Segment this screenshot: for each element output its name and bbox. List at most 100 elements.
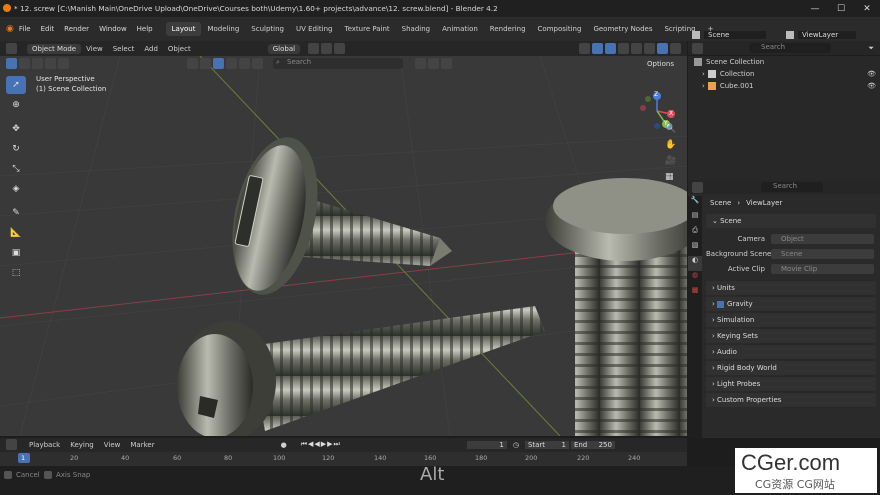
3d-viewport[interactable]: User Perspective (1) Scene Collection [0, 56, 687, 436]
section-audio[interactable]: › Audio [706, 345, 876, 359]
camera-filter-icon[interactable] [226, 58, 237, 69]
properties-search[interactable]: Search [761, 182, 823, 192]
tab-animation[interactable]: Animation [436, 22, 484, 36]
select-invert-icon[interactable] [45, 58, 56, 69]
menu-select[interactable]: Select [108, 45, 140, 53]
outliner-search[interactable]: Search [749, 43, 831, 53]
menu-file[interactable]: File [14, 25, 36, 33]
outliner-row-cube[interactable]: › Cube.001 👁 [688, 80, 880, 92]
record-icon[interactable]: ● [281, 441, 287, 449]
section-scene[interactable]: ⌄ Scene [706, 214, 876, 228]
rotate-tool-icon[interactable]: ↻ [6, 140, 26, 158]
editor-type-icon[interactable] [6, 43, 17, 54]
light-filter-icon[interactable] [239, 58, 250, 69]
properties-editor-icon[interactable] [692, 181, 703, 193]
section-rigid-body-world[interactable]: › Rigid Body World [706, 361, 876, 375]
zoom-icon[interactable]: 🔍 [665, 124, 679, 140]
menu-add[interactable]: Add [139, 45, 163, 53]
section-light-probes[interactable]: › Light Probes [706, 377, 876, 391]
timeline-ruler[interactable]: 1 20 40 60 80 100 120 140 160 180 200 22… [0, 452, 687, 466]
tab-geometry-nodes[interactable]: Geometry Nodes [587, 22, 658, 36]
section-simulation[interactable]: › Simulation [706, 313, 876, 327]
end-frame-field[interactable]: End 250 [570, 440, 615, 449]
scene-field[interactable]: Scene [704, 30, 766, 39]
camera-field[interactable]: Object [771, 233, 874, 244]
menu-timeline-view[interactable]: View [104, 441, 121, 449]
ortho-grid-icon[interactable]: ▦ [665, 172, 679, 188]
add-object-tool-icon[interactable]: ⬚ [6, 264, 26, 282]
bookmark-icon[interactable] [415, 58, 426, 69]
texture-tab-icon[interactable]: ▩ [688, 286, 702, 301]
funnel-icon[interactable] [441, 58, 452, 69]
outliner-editor-icon[interactable] [692, 42, 703, 54]
menu-edit[interactable]: Edit [36, 25, 60, 33]
screw-upper[interactable] [219, 129, 452, 302]
menu-marker[interactable]: Marker [130, 441, 154, 449]
add-cube-tool-icon[interactable]: ▣ [6, 244, 26, 262]
visibility-eye-icon[interactable]: 👁 [867, 82, 876, 90]
section-units[interactable]: › Units [706, 281, 876, 295]
measure-tool-icon[interactable]: 📐 [6, 224, 26, 242]
tool-tab-icon[interactable]: 🔧 [688, 196, 702, 211]
active-clip-field[interactable]: Movie Clip [771, 263, 874, 274]
tab-uv-editing[interactable]: UV Editing [290, 22, 339, 36]
tab-compositing[interactable]: Compositing [532, 22, 588, 36]
xray-icon[interactable] [618, 43, 629, 54]
options-dropdown[interactable]: Options [641, 58, 679, 69]
transform-tool-icon[interactable]: ◈ [6, 180, 26, 198]
gizmo-toggle-icon[interactable] [592, 43, 603, 54]
screw-lower[interactable] [177, 306, 545, 436]
pan-hand-icon[interactable]: ✋ [665, 140, 679, 156]
tab-sculpting[interactable]: Sculpting [245, 22, 290, 36]
outliner-row-scene-collection[interactable]: Scene Collection [688, 56, 880, 68]
current-frame-field[interactable]: 1 [466, 440, 507, 449]
expand-icon[interactable]: › [702, 70, 705, 78]
proportional-edit-icon[interactable] [334, 43, 346, 54]
outliner-row-collection[interactable]: › Collection 👁 [688, 68, 880, 80]
menu-object[interactable]: Object [163, 45, 196, 53]
solid-shading-icon[interactable] [644, 43, 655, 54]
menu-view[interactable]: View [81, 45, 108, 53]
move-tool-icon[interactable]: ✥ [6, 120, 26, 138]
view-layer-tab-icon[interactable]: ▧ [688, 241, 702, 256]
playback-controls[interactable]: ⏮◀◀▶▶⏭ [301, 440, 341, 449]
menu-help[interactable]: Help [132, 25, 158, 33]
section-custom-properties[interactable]: › Custom Properties [706, 393, 876, 407]
viewport-search[interactable]: ⌕ Search [273, 58, 403, 69]
scale-tool-icon[interactable]: ⤡ [6, 160, 26, 178]
select-box-icon[interactable] [6, 58, 17, 69]
material-shading-icon[interactable] [657, 43, 668, 54]
camera-view-icon[interactable]: 🎥 [665, 156, 679, 172]
section-keying-sets[interactable]: › Keying Sets [706, 329, 876, 343]
visibility-eye-icon[interactable]: 👁 [867, 70, 876, 78]
close-button[interactable]: ✕ [854, 0, 880, 17]
rendered-shading-icon[interactable] [670, 43, 681, 54]
mesh-filter-icon[interactable] [213, 58, 224, 69]
overlay-toggle-icon[interactable] [605, 43, 616, 54]
pivot-icon[interactable] [308, 43, 320, 54]
menu-keying[interactable]: Keying [70, 441, 94, 449]
visibility-icon[interactable] [579, 43, 590, 54]
section-gravity[interactable]: › Gravity [706, 297, 876, 311]
menu-render[interactable]: Render [59, 25, 94, 33]
select-extend-icon[interactable] [19, 58, 30, 69]
viewlayer-field[interactable]: ViewLayer [798, 30, 856, 39]
outliner-filter-icon[interactable]: ⏷ [868, 44, 874, 53]
cube-filter-icon[interactable] [200, 58, 211, 69]
start-frame-field[interactable]: Start 1 [524, 440, 569, 449]
tab-rendering[interactable]: Rendering [484, 22, 532, 36]
world-tab-icon[interactable]: ◍ [688, 271, 702, 286]
mode-dropdown[interactable]: Object Mode [27, 43, 82, 54]
timeline-editor-icon[interactable] [6, 439, 17, 450]
select-tool-icon[interactable]: ➚ [6, 76, 26, 94]
maximize-button[interactable]: ☐ [828, 0, 854, 17]
orientation-dropdown[interactable]: Global [267, 43, 301, 54]
snap-icon[interactable] [321, 43, 333, 54]
menu-playback[interactable]: Playback [29, 441, 60, 449]
filter-icon[interactable] [187, 58, 198, 69]
tab-layout[interactable]: Layout [165, 22, 202, 36]
tab-shading[interactable]: Shading [396, 22, 436, 36]
screw-right[interactable] [545, 178, 687, 436]
minimize-button[interactable]: — [802, 0, 828, 17]
scene-tab-icon[interactable]: ◐ [688, 256, 702, 271]
